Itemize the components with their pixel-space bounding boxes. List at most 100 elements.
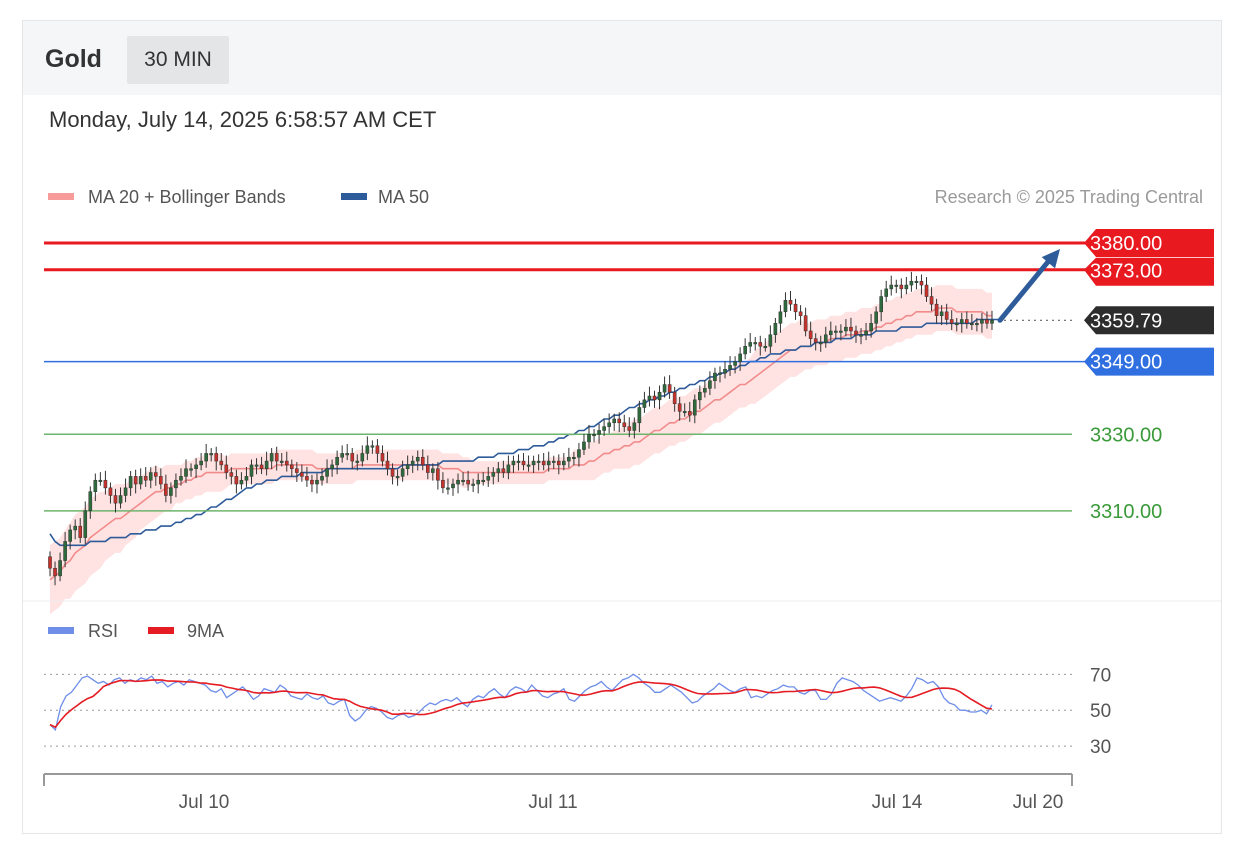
- candle-body: [360, 453, 365, 462]
- candle-body: [818, 342, 823, 345]
- candle-body: [823, 334, 828, 343]
- candle-body: [385, 460, 390, 469]
- level-label-text: 3359.79: [1090, 310, 1162, 332]
- candle-body: [400, 468, 405, 477]
- candle-body: [395, 476, 400, 479]
- candle-body: [597, 430, 601, 435]
- candle-body: [148, 472, 153, 481]
- candle-body: [426, 464, 430, 473]
- candle-body: [446, 487, 450, 490]
- candle-body: [355, 460, 360, 463]
- candle-body: [284, 460, 289, 466]
- candle-body: [698, 391, 702, 401]
- candle-body: [889, 284, 894, 290]
- candle-body: [536, 460, 541, 463]
- candle-body: [234, 476, 239, 485]
- candle-body: [174, 479, 178, 489]
- candle-body: [370, 445, 375, 448]
- candle-body: [677, 403, 682, 412]
- candle-body: [682, 411, 687, 414]
- arrow-shaft: [997, 254, 1055, 323]
- candle-body: [410, 460, 415, 466]
- candle-body: [859, 334, 863, 337]
- candle-body: [909, 280, 914, 286]
- candle-body: [456, 479, 460, 485]
- candle-body: [718, 372, 722, 375]
- candle-body: [159, 476, 163, 485]
- candle-body: [471, 483, 475, 486]
- candle-body: [169, 487, 173, 496]
- candle-body: [451, 483, 455, 489]
- candle-body: [138, 476, 143, 485]
- candle-body: [748, 342, 753, 347]
- candle-body: [214, 453, 219, 462]
- candle-body: [919, 280, 924, 286]
- level-label-text: 3330.00: [1090, 424, 1162, 446]
- candle-body: [924, 284, 929, 297]
- candle-body: [703, 388, 707, 393]
- candle-body: [63, 541, 67, 561]
- candle-body: [949, 319, 954, 324]
- candle-body: [617, 418, 622, 424]
- candle-body: [808, 330, 813, 339]
- candle-body: [546, 460, 551, 466]
- candle-body: [390, 468, 395, 477]
- rsi-tick-label: 30: [1090, 737, 1111, 758]
- candle-body: [627, 426, 632, 431]
- candle-body: [320, 476, 324, 481]
- candle-body: [501, 468, 506, 473]
- candle-body: [541, 460, 546, 466]
- candle-body: [300, 472, 304, 477]
- candle-body: [113, 495, 118, 504]
- candle-body: [415, 456, 420, 462]
- candle-body: [345, 453, 350, 456]
- candle-body: [229, 472, 234, 477]
- candle-body: [153, 472, 158, 477]
- candle-body: [420, 456, 425, 466]
- candle-body: [365, 445, 370, 454]
- candle-body: [894, 284, 899, 287]
- candle-body: [405, 464, 410, 469]
- candle-body: [572, 456, 576, 459]
- price-chart-svg: MA 20 + Bollinger Bands MA 50 Research ©…: [23, 187, 1221, 813]
- candle-body: [985, 319, 989, 324]
- candle-body: [526, 464, 531, 467]
- candle-body: [551, 460, 556, 463]
- candle-body: [834, 330, 838, 333]
- candle-body: [959, 319, 964, 324]
- candle-body: [692, 399, 697, 416]
- candle-body: [723, 368, 727, 374]
- candle-body: [254, 464, 259, 467]
- candle-body: [556, 460, 561, 466]
- candle-body: [239, 479, 244, 485]
- candle-body: [209, 453, 214, 456]
- candle-body: [708, 380, 712, 389]
- candle-body: [83, 510, 88, 538]
- candle-body: [803, 315, 808, 332]
- candle-body: [204, 453, 208, 462]
- candle-body: [269, 453, 274, 462]
- candle-body: [289, 464, 294, 469]
- candle-body: [93, 479, 98, 492]
- candle-body: [929, 296, 934, 305]
- candle-body: [607, 422, 611, 427]
- candle-body: [672, 391, 677, 404]
- candle-body: [758, 342, 763, 347]
- candle-body: [486, 476, 491, 481]
- candle-body: [48, 556, 52, 569]
- candle-body: [965, 319, 969, 324]
- candle-body: [335, 456, 339, 466]
- x-tick-label: Jul 10: [179, 792, 230, 813]
- candle-body: [249, 464, 254, 477]
- candle-body: [592, 434, 596, 437]
- candle-body: [128, 476, 133, 489]
- candle-body: [743, 346, 747, 355]
- candle-body: [481, 479, 486, 482]
- candle-body: [733, 361, 737, 366]
- rsi-pane: 70 50 30: [44, 665, 1111, 758]
- candle-body: [904, 284, 909, 290]
- candle-body: [934, 303, 939, 316]
- candle-body: [798, 311, 803, 316]
- candle-body: [622, 422, 627, 427]
- level-label-text: 3349.00: [1090, 352, 1162, 374]
